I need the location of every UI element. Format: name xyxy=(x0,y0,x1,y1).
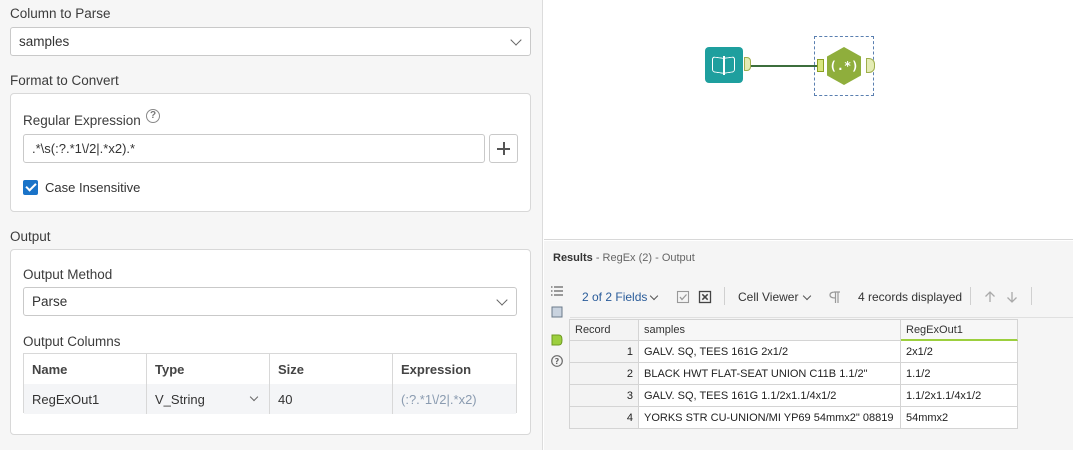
metadata-icon[interactable] xyxy=(550,305,564,319)
output-size-cell[interactable]: 40 xyxy=(270,384,393,414)
output-columns-table: Name Type Size Expression RegExOut1 V_St… xyxy=(23,353,517,414)
pilcrow-icon[interactable] xyxy=(829,290,841,304)
arrow-down-icon[interactable] xyxy=(1005,290,1019,304)
toolbar-bottom-border xyxy=(570,317,1073,318)
output-type-value: V_String xyxy=(155,391,205,407)
output-method-value: Parse xyxy=(32,294,68,309)
samples-cell[interactable]: GALV. SQ, TEES 161G 1.1/2x1.1/4x1/2 xyxy=(639,385,901,407)
regex-input[interactable]: .*\s(:?.*1\/2|.*x2).* xyxy=(23,134,485,163)
column-header-expression: Expression xyxy=(393,354,516,384)
fields-selector-label: 2 of 2 Fields xyxy=(582,290,648,304)
regexout1-cell[interactable]: 1.1/2 xyxy=(901,363,1018,385)
regex-label: Regular Expression xyxy=(23,113,141,128)
results-subtitle: - RegEx (2) - Output xyxy=(595,252,695,264)
chevron-down-icon xyxy=(802,291,812,301)
table-row[interactable]: 4 YORKS STR CU-UNION/MI YP69 54mmx2" 088… xyxy=(569,407,1018,429)
toolbar-divider xyxy=(1031,287,1032,305)
records-displayed: 4 records displayed xyxy=(858,290,963,304)
column-header-name: Name xyxy=(24,354,147,384)
record-cell: 2 xyxy=(569,363,639,385)
chevron-down-icon xyxy=(249,392,259,402)
samples-cell[interactable]: GALV. SQ, TEES 161G 2x1/2 xyxy=(639,341,901,363)
case-insensitive-label: Case Insensitive xyxy=(45,180,141,195)
record-cell: 4 xyxy=(569,407,639,429)
output-method-select[interactable]: Parse xyxy=(23,287,517,316)
cell-viewer-label: Cell Viewer xyxy=(738,290,799,304)
column-to-parse-select[interactable]: samples xyxy=(10,27,531,56)
toolbar-divider xyxy=(970,287,971,305)
header-regexout1[interactable]: RegExOut1 xyxy=(901,319,1018,341)
chevron-down-icon xyxy=(649,291,659,301)
cell-viewer-selector[interactable]: Cell Viewer xyxy=(738,290,798,304)
configuration-panel: Column to Parse samples Format to Conver… xyxy=(0,0,543,450)
toolbar-divider xyxy=(724,287,725,305)
regexout1-cell[interactable]: 1.1/2x1.1/4x1/2 xyxy=(901,385,1018,407)
input-anchor[interactable] xyxy=(817,59,824,72)
case-insensitive-checkbox[interactable] xyxy=(23,180,38,195)
regex-output-anchor[interactable] xyxy=(866,58,875,73)
table-row: RegExOut1 V_String 40 (:?.*1\/2|.*x2) xyxy=(24,384,516,414)
regexout1-cell[interactable]: 2x1/2 xyxy=(901,341,1018,363)
header-samples[interactable]: samples xyxy=(639,319,901,341)
column-to-parse-label: Column to Parse xyxy=(10,6,111,21)
table-row[interactable]: 3 GALV. SQ, TEES 161G 1.1/2x1.1/4x1/2 1.… xyxy=(569,385,1018,407)
output-label: Output xyxy=(10,229,51,244)
input-tool[interactable] xyxy=(705,47,743,83)
regex-tool[interactable]: (.*) xyxy=(825,46,863,86)
regexout1-cell[interactable]: 54mmx2 xyxy=(901,407,1018,429)
data-output-icon[interactable] xyxy=(550,333,564,347)
check-all-icon[interactable] xyxy=(676,290,690,304)
workflow-canvas[interactable]: (.*) xyxy=(544,0,1073,240)
regex-value: .*\s(:?.*1\/2|.*x2).* xyxy=(32,141,136,156)
chevron-down-icon xyxy=(510,33,522,46)
fields-selector[interactable]: 2 of 2 Fields xyxy=(582,290,647,304)
output-expression-cell: (:?.*1\/2|.*x2) xyxy=(401,391,477,407)
add-expression-button[interactable] xyxy=(489,134,518,163)
table-row[interactable]: 2 BLACK HWT FLAT-SEAT UNION C11B 1.1/2" … xyxy=(569,363,1018,385)
output-anchor[interactable] xyxy=(744,57,751,71)
record-cell: 3 xyxy=(569,385,639,407)
column-header-type: Type xyxy=(147,354,270,384)
table-row[interactable]: 1 GALV. SQ, TEES 161G 2x1/2 2x1/2 xyxy=(569,341,1018,363)
results-title: Results - RegEx (2) - Output xyxy=(553,252,695,264)
output-columns-label: Output Columns xyxy=(23,334,121,349)
results-heading: Results xyxy=(553,252,593,264)
arrow-up-icon[interactable] xyxy=(983,290,997,304)
column-to-parse-value: samples xyxy=(19,34,70,49)
samples-cell[interactable]: BLACK HWT FLAT-SEAT UNION C11B 1.1/2" xyxy=(639,363,901,385)
header-record[interactable]: Record xyxy=(569,319,639,341)
list-icon[interactable] xyxy=(550,284,564,298)
record-cell: 1 xyxy=(569,341,639,363)
connection-line[interactable] xyxy=(751,65,818,67)
regex-tool-label: (.*) xyxy=(830,59,859,73)
grid-header-row: Record samples RegExOut1 xyxy=(569,319,1018,341)
svg-text:?: ? xyxy=(555,357,560,366)
results-grid: Record samples RegExOut1 1 GALV. SQ, TEE… xyxy=(569,319,1018,429)
output-type-select[interactable]: V_String xyxy=(147,384,270,414)
samples-cell[interactable]: YORKS STR CU-UNION/MI YP69 54mmx2" 08819 xyxy=(639,407,901,429)
chevron-down-icon xyxy=(496,293,508,306)
output-method-label: Output Method xyxy=(23,267,113,282)
help-icon[interactable]: ? xyxy=(550,354,564,368)
results-window: Results - RegEx (2) - Output ? 2 of 2 Fi… xyxy=(544,241,1073,450)
column-header-size: Size xyxy=(270,354,393,384)
format-to-convert-label: Format to Convert xyxy=(10,73,119,88)
uncheck-all-icon[interactable] xyxy=(698,290,712,304)
output-columns-header: Name Type Size Expression xyxy=(24,354,516,384)
output-name-cell[interactable]: RegExOut1 xyxy=(24,384,147,414)
help-icon[interactable]: ? xyxy=(146,109,160,123)
